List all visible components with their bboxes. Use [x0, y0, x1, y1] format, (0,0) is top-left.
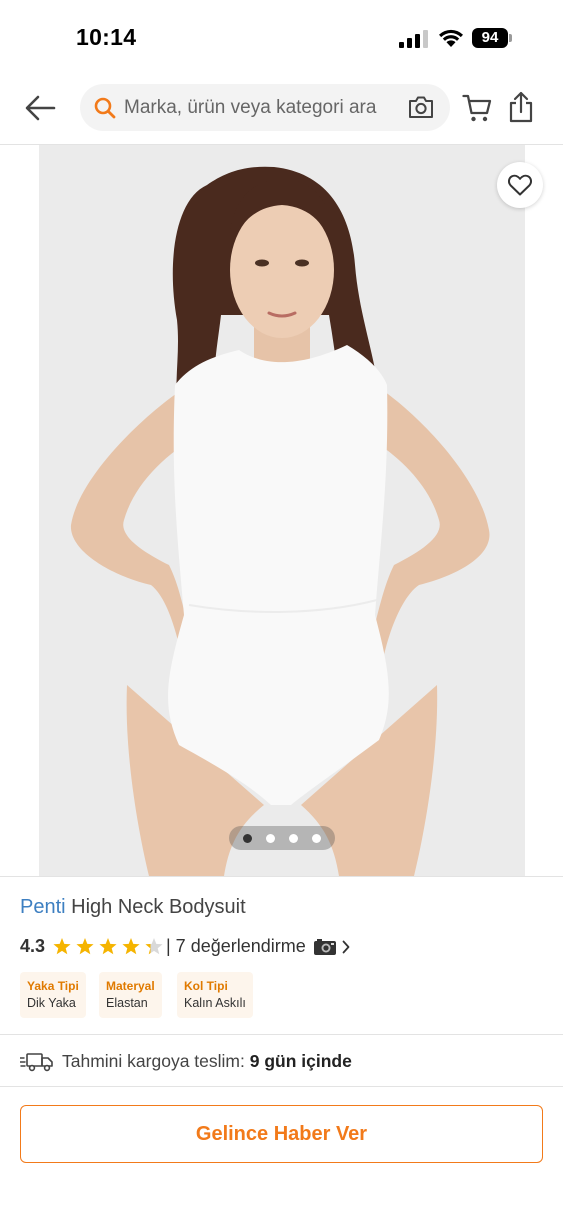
star-icon	[99, 938, 117, 955]
rating-value: 4.3	[20, 936, 46, 956]
product-name: High Neck Bodysuit	[71, 896, 246, 918]
product-title: Penti High Neck Bodysuit	[20, 896, 246, 919]
star-icon	[76, 938, 94, 955]
cellular-signal-icon	[399, 30, 428, 48]
camera-icon[interactable]	[407, 94, 435, 120]
search-input[interactable]	[124, 84, 404, 131]
battery-indicator: 94	[472, 28, 514, 48]
carousel-dot-1[interactable]	[243, 834, 252, 843]
truck-icon	[20, 1053, 53, 1072]
back-arrow-icon[interactable]	[22, 90, 60, 126]
attribute-label: Yaka Tipi	[27, 979, 79, 993]
notify-when-available-button[interactable]: Gelince Haber Ver	[20, 1105, 543, 1163]
share-icon[interactable]	[508, 91, 534, 123]
status-time: 10:14	[76, 24, 137, 50]
wifi-icon	[439, 29, 463, 47]
carousel-dot-2[interactable]	[266, 834, 275, 843]
chevron-right-icon[interactable]	[342, 940, 350, 954]
cart-icon[interactable]	[462, 93, 492, 123]
attribute-label: Kol Tipi	[184, 979, 228, 993]
product-image[interactable]	[39, 145, 525, 876]
star-icon	[122, 938, 140, 955]
star-icon	[145, 938, 163, 955]
section-divider	[0, 1034, 563, 1035]
carousel-pagination[interactable]	[229, 826, 335, 850]
heart-icon	[508, 174, 532, 196]
delivery-value: 9 gün içinde	[249, 1051, 352, 1071]
search-icon	[94, 97, 116, 119]
top-nav	[0, 76, 563, 145]
review-count-link[interactable]: | 7 değerlendirme	[166, 936, 306, 957]
star-rating	[53, 938, 163, 955]
attribute-value: Kalın Askılı	[184, 996, 246, 1010]
delivery-label: Tahmini kargoya teslim:	[62, 1051, 245, 1071]
section-divider	[0, 1086, 563, 1087]
search-bar[interactable]	[80, 84, 450, 131]
product-photo	[39, 145, 525, 876]
carousel-dot-4[interactable]	[312, 834, 321, 843]
favorite-button[interactable]	[497, 162, 543, 208]
attribute-value: Elastan	[106, 996, 148, 1010]
attribute-value: Dik Yaka	[27, 996, 76, 1010]
attribute-tag-sleeve: Kol Tipi Kalın Askılı	[177, 972, 253, 1018]
battery-tip	[509, 34, 512, 42]
carousel-dot-3[interactable]	[289, 834, 298, 843]
delivery-text: Tahmini kargoya teslim: 9 gün içinde	[62, 1051, 352, 1072]
star-icon	[53, 938, 71, 955]
attribute-tag-material: Materyal Elastan	[99, 972, 162, 1018]
battery-level: 94	[472, 28, 508, 48]
brand-link[interactable]: Penti	[20, 896, 66, 918]
attribute-tag-collar: Yaka Tipi Dik Yaka	[20, 972, 86, 1018]
attribute-label: Materyal	[106, 979, 155, 993]
status-bar: 10:14 94	[0, 0, 563, 76]
image-divider	[0, 876, 563, 877]
photo-icon	[314, 939, 336, 955]
